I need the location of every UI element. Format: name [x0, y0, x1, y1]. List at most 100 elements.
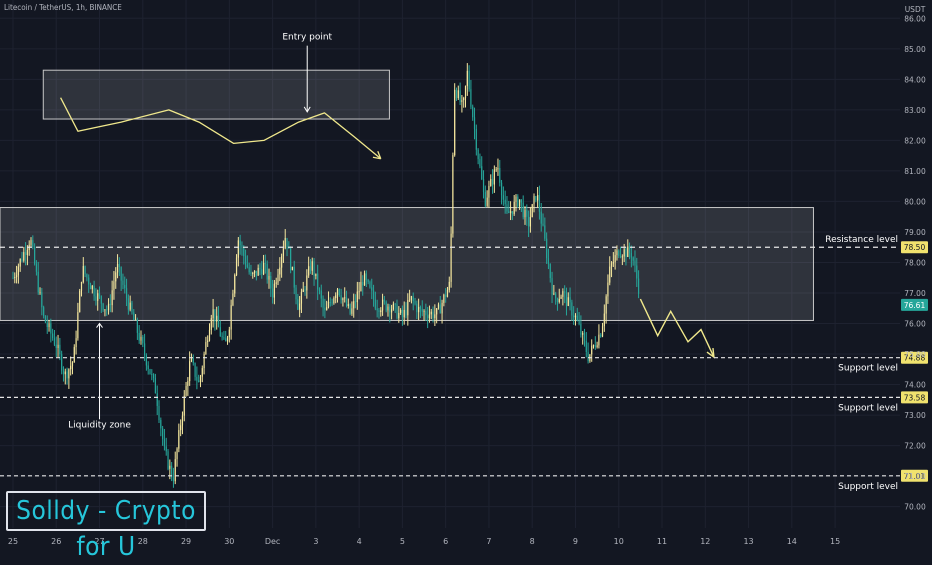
candle-body [538, 195, 541, 212]
candle-body [299, 303, 301, 310]
time-tick-label: 12 [700, 537, 710, 546]
candle-body [470, 89, 472, 107]
price-zone [42, 69, 390, 120]
candle-body [535, 196, 537, 201]
price-tick-label: 74.00 [904, 381, 926, 390]
candle-body [120, 267, 122, 281]
candle-body [167, 451, 169, 469]
candle-body [443, 294, 445, 303]
candle-body [57, 344, 59, 349]
candle-body [509, 211, 512, 214]
candle-body [68, 369, 70, 379]
candle-body [304, 289, 306, 291]
candle-body [270, 275, 272, 289]
candle-body [153, 374, 155, 379]
entry-point-label: Entry point [282, 33, 332, 43]
candle-body [580, 323, 582, 335]
candle-body [603, 313, 605, 327]
candle-body [551, 278, 553, 295]
candle-body [62, 370, 65, 375]
candle-body [331, 302, 333, 304]
candle-body [154, 378, 157, 394]
candle-body [630, 253, 632, 258]
price-tick-label: 75.00 [904, 350, 926, 359]
candle-body [77, 312, 79, 339]
candle-body [430, 311, 432, 315]
price-tick-label: 70.00 [904, 503, 926, 512]
candle-body [383, 299, 385, 302]
candle-body [19, 259, 21, 267]
candle-body [600, 334, 602, 337]
candle-body [228, 329, 230, 338]
candle-body [277, 274, 279, 283]
price-tick-label: 79.00 [904, 228, 926, 237]
candle-body [107, 303, 110, 311]
candle-body [623, 249, 625, 257]
candle-body [279, 267, 281, 275]
candle-body [181, 415, 184, 426]
candle-body [345, 297, 348, 306]
candle-body [632, 257, 634, 261]
candle-body [311, 261, 313, 271]
price-chart[interactable]: Entry point Liquidity zone Resistance lev… [0, 0, 932, 550]
candle-body [109, 303, 111, 306]
candle-body [147, 365, 149, 370]
candle-body [43, 307, 45, 317]
time-tick-label: 14 [787, 537, 797, 546]
candle-body [113, 281, 115, 291]
candle-body [524, 210, 526, 218]
price-tick-label: 80.00 [904, 197, 926, 206]
candle-body [513, 201, 515, 214]
candle-body [338, 289, 340, 296]
last-price-text: 76.61 [904, 301, 926, 310]
candle-body [295, 287, 297, 300]
candle-body [463, 98, 465, 101]
candle-body [50, 323, 52, 334]
candle-body [556, 298, 559, 302]
candle-body [268, 275, 270, 280]
candle-body [546, 238, 548, 259]
candle-body [390, 309, 393, 313]
candle-body [457, 90, 459, 99]
candle-body [48, 323, 50, 328]
candle-body [253, 270, 256, 273]
time-tick-label: 26 [51, 537, 61, 546]
price-tick-label: 77.00 [904, 289, 926, 298]
candle-body [436, 308, 438, 315]
candle-body [97, 293, 99, 301]
candle-body [439, 304, 441, 314]
candle-body [567, 297, 569, 306]
candle-body [275, 282, 277, 284]
time-tick-label: 28 [138, 537, 148, 546]
price-zone [0, 207, 814, 321]
candle-body [246, 264, 248, 268]
candle-body [281, 256, 283, 268]
candle-body [484, 192, 486, 206]
candle-body [576, 315, 578, 321]
candle-body [230, 305, 232, 330]
candle-body [367, 279, 369, 282]
candle-body [286, 238, 288, 249]
candle-body [93, 285, 95, 297]
candle-body [627, 246, 629, 258]
candle-body [511, 211, 513, 214]
time-tick-label: 5 [400, 537, 405, 546]
candle-body [82, 266, 84, 282]
candle-body [446, 289, 449, 297]
candle-body [374, 299, 376, 309]
candle-body [185, 386, 187, 396]
candle-body [271, 288, 274, 298]
candle-body [427, 315, 429, 319]
support-level-label: Support level [838, 403, 898, 413]
candle-body [389, 306, 391, 313]
candle-body [140, 336, 142, 341]
candle-body [189, 361, 191, 382]
candle-body [518, 199, 521, 207]
candle-body [248, 267, 250, 273]
candle-body [282, 248, 285, 257]
candle-body [504, 199, 506, 205]
candle-body [34, 246, 36, 264]
candle-body [79, 290, 81, 313]
candle-body [59, 344, 61, 355]
candle-body [116, 263, 119, 273]
